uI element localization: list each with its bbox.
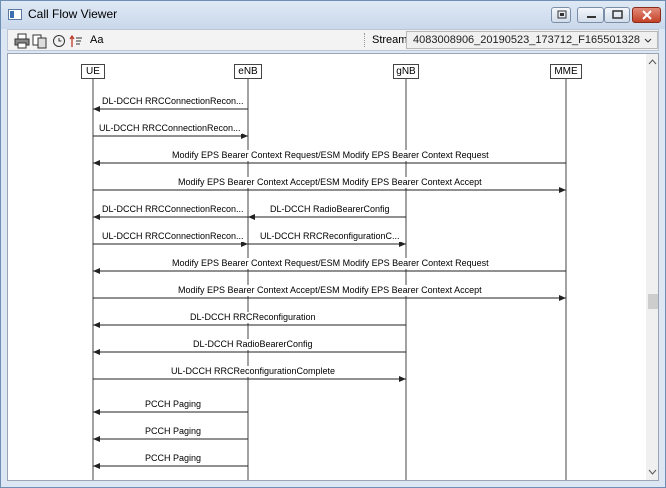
node-ue[interactable]: UE bbox=[81, 64, 105, 79]
call-flow-viewer-window: Call Flow Viewer Aa Stream 4083008906_20… bbox=[0, 0, 666, 488]
scroll-up-icon[interactable] bbox=[646, 56, 659, 68]
arrowhead-icon bbox=[559, 295, 566, 301]
arrowhead-icon bbox=[93, 106, 100, 112]
arrowhead-icon bbox=[93, 160, 100, 166]
window-title: Call Flow Viewer bbox=[28, 7, 118, 21]
message-label[interactable]: PCCH Paging bbox=[144, 399, 203, 410]
arrowhead-icon bbox=[93, 322, 100, 328]
arrowhead-icon bbox=[93, 463, 100, 469]
message-label[interactable]: PCCH Paging bbox=[144, 426, 203, 437]
scroll-down-icon[interactable] bbox=[646, 466, 659, 478]
message-label[interactable]: DL-DCCH RadioBearerConfig bbox=[269, 204, 391, 215]
message-label[interactable]: UL-DCCH RRCConnectionRecon... bbox=[98, 123, 242, 134]
stream-select[interactable]: 4083008906_20190523_173712_F165501328. bbox=[406, 31, 658, 49]
message-label[interactable]: DL-DCCH RRCReconfiguration bbox=[189, 312, 317, 323]
message-label[interactable]: Modify EPS Bearer Context Request/ESM Mo… bbox=[171, 150, 490, 161]
arrowhead-icon bbox=[93, 349, 100, 355]
arrowhead-icon bbox=[93, 436, 100, 442]
arrowhead-icon bbox=[241, 133, 248, 139]
message-label[interactable]: UL-DCCH RRCConnectionRecon... bbox=[101, 231, 245, 242]
arrowhead-icon bbox=[93, 268, 100, 274]
message-label[interactable]: DL-DCCH RadioBearerConfig bbox=[192, 339, 314, 350]
arrowhead-icon bbox=[559, 187, 566, 193]
clock-icon[interactable] bbox=[51, 33, 67, 49]
node-mme[interactable]: MME bbox=[550, 64, 582, 79]
message-label[interactable]: DL-DCCH RRCConnectionRecon... bbox=[101, 96, 245, 107]
toolbar: Aa Stream 4083008906_20190523_173712_F16… bbox=[7, 29, 659, 51]
vertical-scrollbar[interactable] bbox=[646, 54, 659, 480]
scroll-thumb[interactable] bbox=[648, 294, 658, 309]
arrowhead-icon bbox=[399, 376, 406, 382]
arrowhead-icon bbox=[93, 409, 100, 415]
sort-icon[interactable] bbox=[68, 33, 84, 49]
stream-label: Stream bbox=[372, 34, 408, 46]
node-enb[interactable]: eNB bbox=[234, 64, 262, 79]
arrowhead-icon bbox=[93, 214, 100, 220]
print-icon[interactable] bbox=[14, 33, 30, 49]
message-label[interactable]: UL-DCCH RRCReconfigurationComplete bbox=[170, 366, 337, 377]
app-icon bbox=[8, 9, 22, 20]
call-flow-diagram: UE eNB gNB MME DL-DCCH RRCConnectionRecon...… bbox=[7, 53, 659, 481]
font-button[interactable]: Aa bbox=[90, 34, 103, 46]
chevron-down-icon bbox=[644, 38, 652, 43]
copy-icon[interactable] bbox=[32, 33, 48, 49]
arrowhead-icon bbox=[248, 214, 255, 220]
message-label[interactable]: Modify EPS Bearer Context Accept/ESM Mod… bbox=[177, 285, 483, 296]
toolbar-separator bbox=[364, 33, 366, 47]
message-label[interactable]: Modify EPS Bearer Context Accept/ESM Mod… bbox=[177, 177, 483, 188]
node-gnb[interactable]: gNB bbox=[393, 64, 419, 79]
message-label[interactable]: DL-DCCH RRCConnectionRecon... bbox=[101, 204, 245, 215]
maximize-button[interactable] bbox=[604, 7, 630, 23]
close-button[interactable] bbox=[632, 7, 661, 23]
message-label[interactable]: Modify EPS Bearer Context Request/ESM Mo… bbox=[171, 258, 490, 269]
stream-select-value: 4083008906_20190523_173712_F165501328. bbox=[413, 34, 641, 46]
message-label[interactable]: UL-DCCH RRCReconfigurationC... bbox=[259, 231, 401, 242]
message-label[interactable]: PCCH Paging bbox=[144, 453, 203, 464]
minimize-button[interactable] bbox=[577, 7, 604, 23]
title-bar[interactable]: Call Flow Viewer bbox=[1, 1, 665, 29]
restore-icon[interactable] bbox=[551, 7, 571, 23]
